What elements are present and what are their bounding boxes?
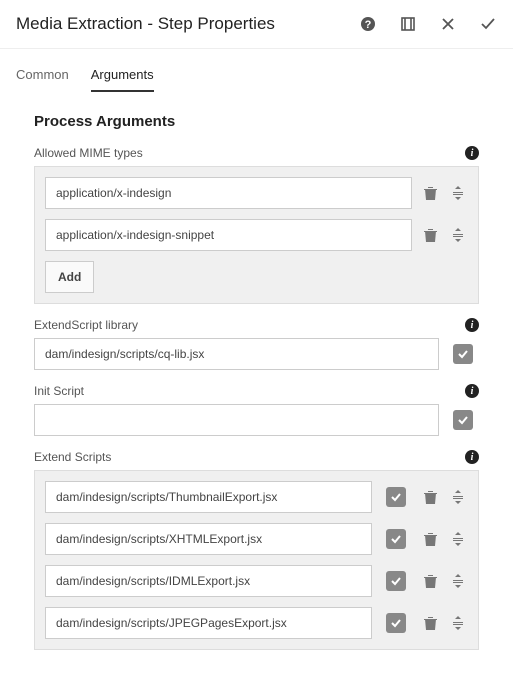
reorder-icon[interactable]	[450, 531, 466, 547]
mime-input[interactable]	[45, 177, 412, 209]
close-icon[interactable]	[439, 15, 457, 33]
trash-icon[interactable]	[422, 573, 438, 589]
extend-scripts-list	[34, 470, 479, 650]
extendscript-lib-label: ExtendScript library	[34, 318, 138, 332]
dialog-title: Media Extraction - Step Properties	[16, 14, 275, 34]
list-item	[45, 481, 468, 513]
trash-icon[interactable]	[422, 227, 438, 243]
extend-scripts-label: Extend Scripts	[34, 450, 111, 464]
reorder-icon[interactable]	[450, 573, 466, 589]
info-icon[interactable]: i	[465, 318, 479, 332]
list-item	[45, 565, 468, 597]
reorder-icon[interactable]	[450, 615, 466, 631]
trash-icon[interactable]	[422, 615, 438, 631]
checkbox[interactable]	[453, 344, 473, 364]
script-input[interactable]	[45, 607, 372, 639]
header-actions: ?	[359, 15, 497, 33]
add-button[interactable]: Add	[45, 261, 94, 293]
section-title: Process Arguments	[34, 113, 479, 130]
field-init-script: Init Script i	[34, 384, 479, 436]
field-mime-types: Allowed MIME types i	[34, 146, 479, 304]
checkbox[interactable]	[386, 571, 406, 591]
confirm-icon[interactable]	[479, 15, 497, 33]
mime-input[interactable]	[45, 219, 412, 251]
reorder-icon[interactable]	[450, 185, 466, 201]
tabs: Common Arguments	[0, 59, 513, 93]
init-script-label: Init Script	[34, 384, 84, 398]
fullscreen-icon[interactable]	[399, 15, 417, 33]
reorder-icon[interactable]	[450, 227, 466, 243]
extendscript-lib-input[interactable]	[34, 338, 439, 370]
list-item	[45, 177, 468, 209]
script-input[interactable]	[45, 565, 372, 597]
field-extend-scripts: Extend Scripts i	[34, 450, 479, 650]
checkbox[interactable]	[386, 529, 406, 549]
script-input[interactable]	[45, 523, 372, 555]
list-item	[45, 219, 468, 251]
init-script-input[interactable]	[34, 404, 439, 436]
trash-icon[interactable]	[422, 185, 438, 201]
dialog-header: Media Extraction - Step Properties ?	[0, 0, 513, 49]
info-icon[interactable]: i	[465, 384, 479, 398]
info-icon[interactable]: i	[465, 450, 479, 464]
list-item	[45, 523, 468, 555]
help-icon[interactable]: ?	[359, 15, 377, 33]
trash-icon[interactable]	[422, 489, 438, 505]
info-icon[interactable]: i	[465, 146, 479, 160]
script-input[interactable]	[45, 481, 372, 513]
trash-icon[interactable]	[422, 531, 438, 547]
checkbox[interactable]	[386, 487, 406, 507]
checkbox[interactable]	[453, 410, 473, 430]
tab-arguments[interactable]: Arguments	[91, 59, 154, 92]
mime-list: Add	[34, 166, 479, 304]
tab-common[interactable]: Common	[16, 59, 69, 92]
mime-label: Allowed MIME types	[34, 146, 143, 160]
reorder-icon[interactable]	[450, 489, 466, 505]
content: Process Arguments Allowed MIME types i	[0, 93, 513, 674]
field-extendscript-library: ExtendScript library i	[34, 318, 479, 370]
list-item	[45, 607, 468, 639]
checkbox[interactable]	[386, 613, 406, 633]
svg-text:?: ?	[365, 19, 372, 31]
